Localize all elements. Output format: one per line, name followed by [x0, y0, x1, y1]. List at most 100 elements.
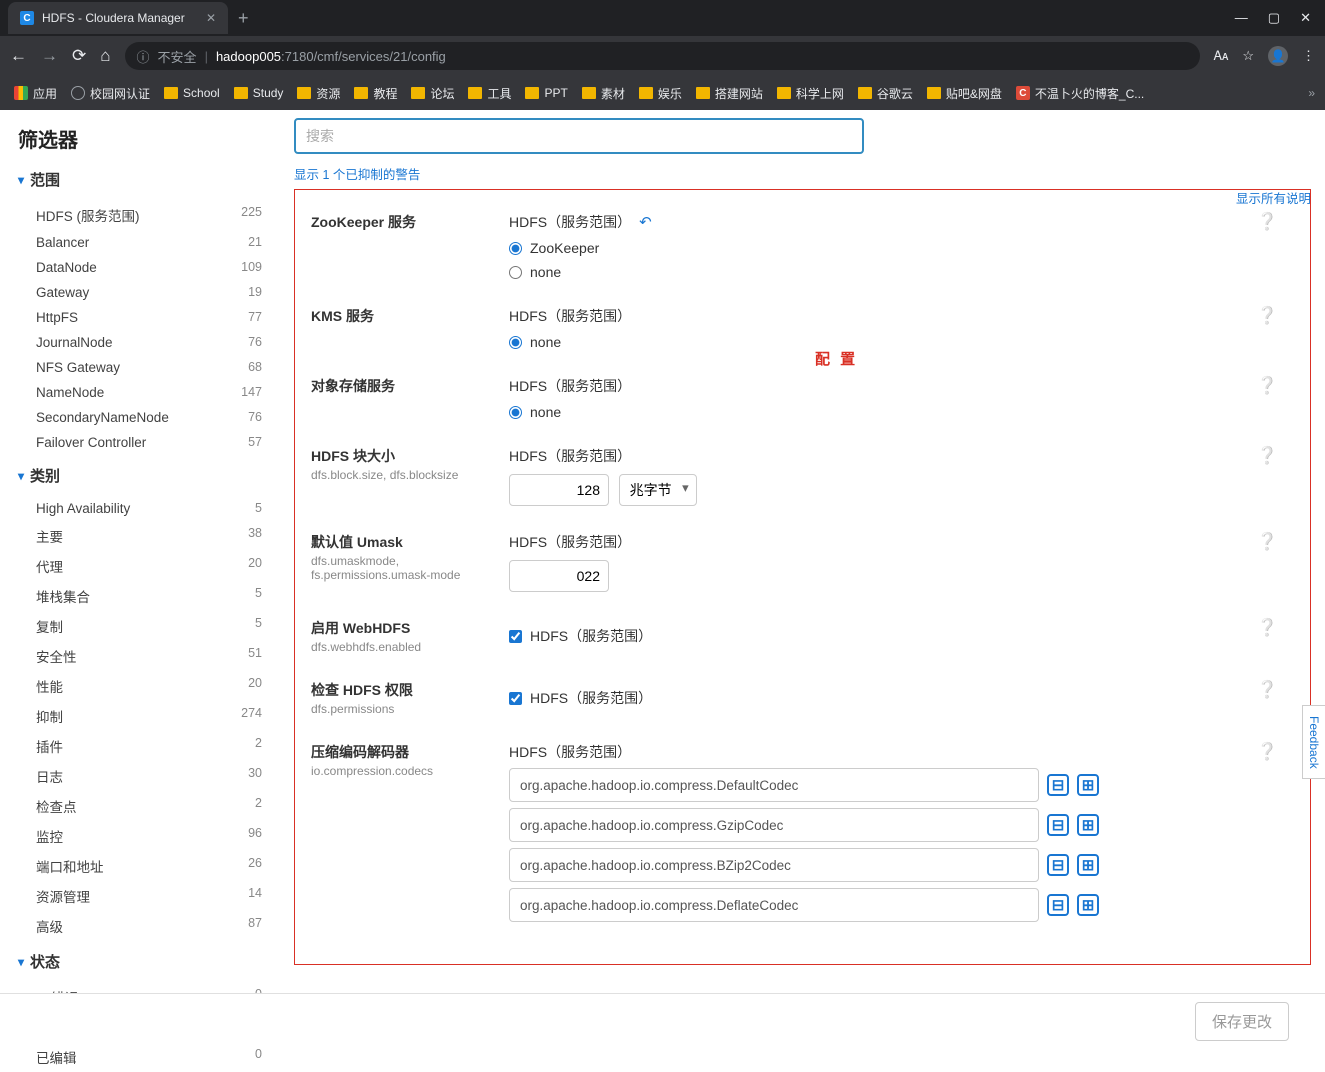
bookmark-item[interactable]: School	[160, 86, 224, 100]
sidebar-item[interactable]: 抑制274	[18, 701, 262, 731]
sidebar-item[interactable]: High Availability5	[18, 496, 262, 521]
remove-button[interactable]: ⊟	[1047, 854, 1069, 876]
sidebar-item[interactable]: 代理20	[18, 551, 262, 581]
bookmark-item[interactable]: 贴吧&网盘	[923, 85, 1006, 102]
browser-tab-bar: C HDFS - Cloudera Manager ✕ + — ▢ ✕	[0, 0, 1325, 36]
new-tab-button[interactable]: +	[228, 8, 259, 29]
close-icon[interactable]: ✕	[206, 11, 216, 25]
sidebar-item[interactable]: 端口和地址26	[18, 851, 262, 881]
remove-button[interactable]: ⊟	[1047, 774, 1069, 796]
blocksize-unit-select[interactable]: 兆字节	[619, 474, 697, 506]
bookmark-item[interactable]: 论坛	[407, 85, 458, 102]
group-status-header[interactable]: ▾状态	[18, 951, 262, 972]
blocksize-input[interactable]	[509, 474, 609, 506]
search-input[interactable]	[294, 118, 864, 154]
sidebar-item[interactable]: JournalNode76	[18, 330, 262, 355]
sidebar-item[interactable]: HttpFS77	[18, 305, 262, 330]
feedback-tab[interactable]: Feedback	[1302, 705, 1325, 780]
add-button[interactable]: ⊞	[1077, 854, 1099, 876]
bookmark-item[interactable]: Study	[230, 86, 288, 100]
bookmark-item[interactable]: 谷歌云	[854, 85, 917, 102]
help-icon[interactable]: ❔	[1257, 680, 1278, 700]
sidebar-item[interactable]: SecondaryNameNode76	[18, 405, 262, 430]
bookmark-item[interactable]: 资源	[293, 85, 344, 102]
bookmark-item[interactable]: 教程	[350, 85, 401, 102]
minimize-icon[interactable]: —	[1235, 10, 1248, 26]
sidebar-item[interactable]: 插件2	[18, 731, 262, 761]
undo-icon[interactable]: ↶	[639, 213, 652, 231]
maximize-icon[interactable]: ▢	[1268, 10, 1280, 26]
profile-icon[interactable]: 👤	[1268, 46, 1288, 66]
save-button[interactable]: 保存更改	[1195, 1002, 1289, 1041]
bookmark-item[interactable]: 娱乐	[635, 85, 686, 102]
bookmark-item[interactable]: 校园网认证	[67, 85, 154, 102]
help-icon[interactable]: ❔	[1257, 742, 1278, 762]
sidebar-item[interactable]: DataNode109	[18, 255, 262, 280]
row-title-umask: 默认值 Umask	[311, 532, 509, 552]
permissions-checkbox[interactable]: HDFS（服务范围）	[509, 688, 1294, 708]
home-button[interactable]: ⌂	[100, 46, 110, 66]
translate-icon[interactable]: 🗛	[1214, 48, 1229, 64]
codec-input[interactable]	[509, 768, 1039, 802]
radio-zookeeper[interactable]: ZooKeeper	[509, 240, 1294, 256]
bookmark-apps[interactable]: 应用	[10, 85, 61, 102]
radio-none[interactable]: none	[509, 404, 1294, 420]
codec-row: ⊟⊞	[509, 768, 1294, 802]
bookmark-item[interactable]: 素材	[578, 85, 629, 102]
cloudera-icon: C	[20, 11, 34, 25]
help-icon[interactable]: ❔	[1257, 212, 1278, 232]
star-icon[interactable]: ☆	[1242, 48, 1254, 64]
add-button[interactable]: ⊞	[1077, 814, 1099, 836]
codec-input[interactable]	[509, 888, 1039, 922]
address-bar[interactable]: ⓘ 不安全 | hadoop005:7180/cmf/services/21/c…	[125, 42, 1200, 70]
bookmark-item[interactable]: PPT	[521, 86, 571, 100]
sidebar-item[interactable]: NFS Gateway68	[18, 355, 262, 380]
sidebar-item[interactable]: 检查点2	[18, 791, 262, 821]
tab-title: HDFS - Cloudera Manager	[42, 11, 185, 25]
add-button[interactable]: ⊞	[1077, 774, 1099, 796]
help-icon[interactable]: ❔	[1257, 446, 1278, 466]
webhdfs-checkbox[interactable]: HDFS（服务范围）	[509, 626, 1294, 646]
sidebar-item[interactable]: 监控96	[18, 821, 262, 851]
sidebar-item[interactable]: 性能20	[18, 671, 262, 701]
radio-none[interactable]: none	[509, 264, 1294, 280]
sidebar-item[interactable]: 安全性51	[18, 641, 262, 671]
umask-input[interactable]	[509, 560, 609, 592]
codec-input[interactable]	[509, 808, 1039, 842]
sidebar-item[interactable]: 主要38	[18, 521, 262, 551]
reload-button[interactable]: ⟳	[72, 46, 86, 66]
bookmark-item[interactable]: C不温卜火的博客_C...	[1012, 85, 1148, 102]
group-scope-header[interactable]: ▾范围	[18, 169, 262, 190]
sidebar-item[interactable]: Failover Controller57	[18, 430, 262, 455]
radio-none[interactable]: none	[509, 334, 1294, 350]
forward-button[interactable]: →	[41, 46, 58, 66]
menu-icon[interactable]: ⋮	[1302, 48, 1315, 64]
sidebar-item[interactable]: 资源管理14	[18, 881, 262, 911]
back-button[interactable]: ←	[10, 46, 27, 66]
help-icon[interactable]: ❔	[1257, 618, 1278, 638]
bookmark-item[interactable]: 搭建网站	[692, 85, 767, 102]
sidebar-item[interactable]: 日志30	[18, 761, 262, 791]
sidebar-item[interactable]: 复制5	[18, 611, 262, 641]
remove-button[interactable]: ⊟	[1047, 894, 1069, 916]
sidebar-item[interactable]: NameNode147	[18, 380, 262, 405]
sidebar-item[interactable]: Gateway19	[18, 280, 262, 305]
codec-input[interactable]	[509, 848, 1039, 882]
remove-button[interactable]: ⊟	[1047, 814, 1069, 836]
bookmarks-overflow[interactable]: »	[1308, 86, 1315, 100]
bookmark-item[interactable]: 工具	[464, 85, 515, 102]
sidebar-item[interactable]: Balancer21	[18, 230, 262, 255]
close-window-icon[interactable]: ✕	[1300, 10, 1311, 26]
group-category-header[interactable]: ▾类别	[18, 465, 262, 486]
help-icon[interactable]: ❔	[1257, 306, 1278, 326]
bookmark-item[interactable]: 科学上网	[773, 85, 848, 102]
help-icon[interactable]: ❔	[1257, 532, 1278, 552]
folder-icon	[354, 87, 368, 99]
browser-tab[interactable]: C HDFS - Cloudera Manager ✕	[8, 2, 228, 34]
sidebar-item[interactable]: 高级87	[18, 911, 262, 941]
sidebar-item[interactable]: 堆栈集合5	[18, 581, 262, 611]
sidebar-item[interactable]: HDFS (服务范围)225	[18, 200, 262, 230]
suppressed-warning-link[interactable]: 显示 1 个已抑制的警告	[294, 164, 1311, 183]
add-button[interactable]: ⊞	[1077, 894, 1099, 916]
help-icon[interactable]: ❔	[1257, 376, 1278, 396]
